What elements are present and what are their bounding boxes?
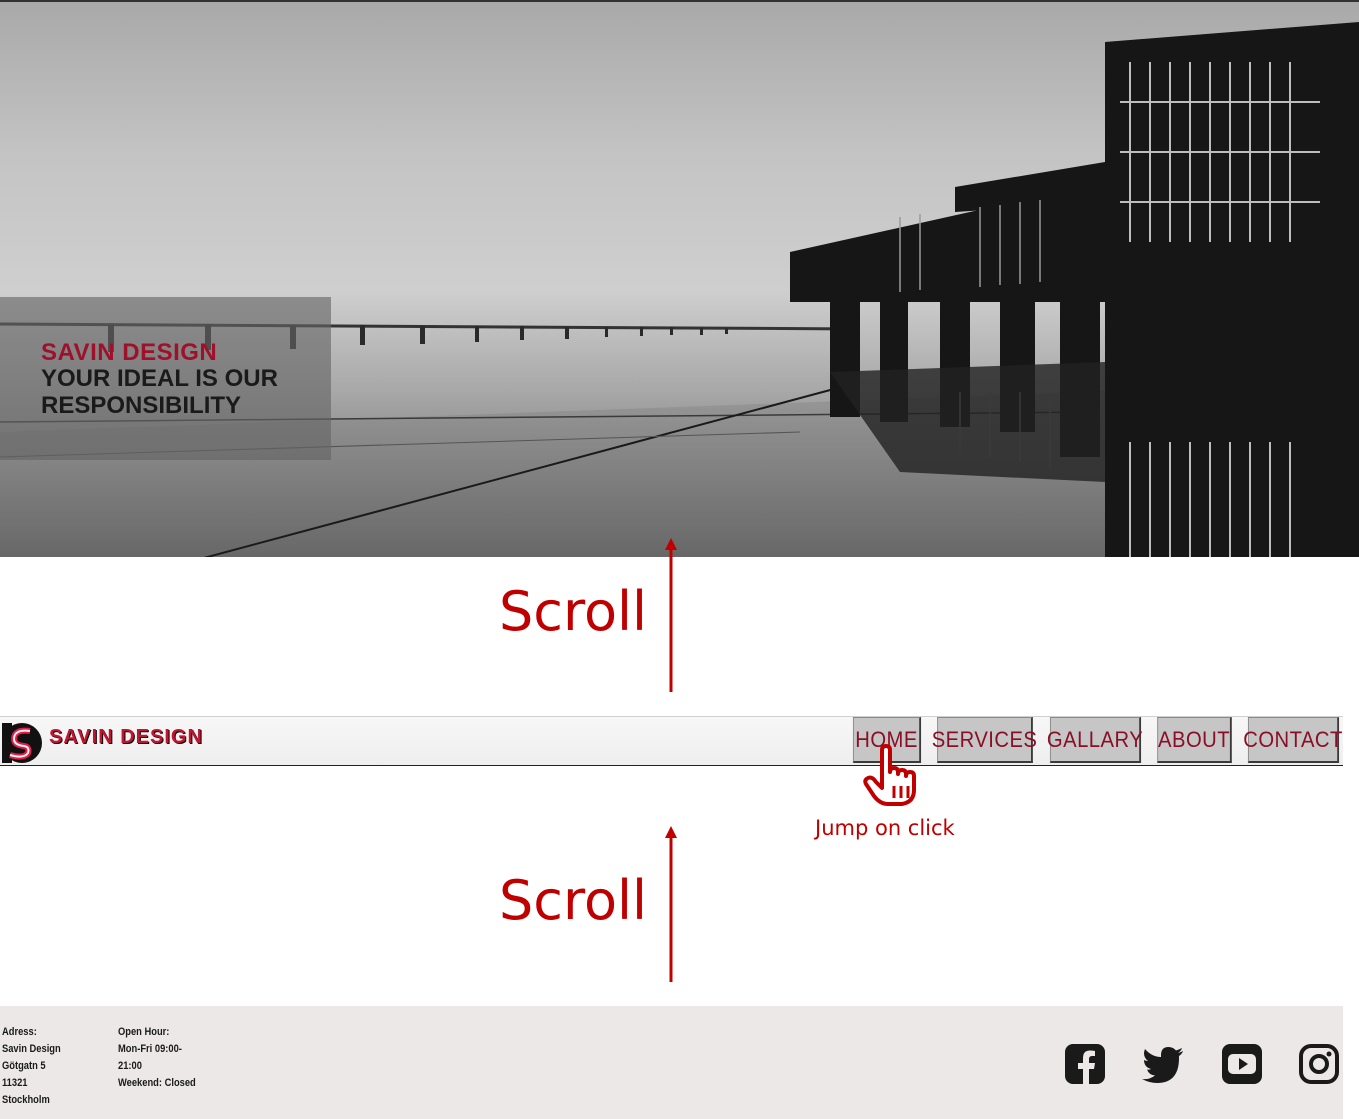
logo-text[interactable]: SAVIN DESIGN — [49, 726, 203, 749]
arrow-up-icon — [665, 538, 677, 692]
footer-address-line: Stockholm — [2, 1094, 50, 1106]
savin-design-logo[interactable] — [0, 719, 44, 765]
youtube-icon[interactable] — [1220, 1042, 1264, 1086]
footer-address-line: Savin Design — [2, 1043, 61, 1055]
twitter-icon[interactable] — [1141, 1042, 1185, 1086]
facebook-icon[interactable] — [1063, 1042, 1107, 1086]
scroll-annotation-bottom: Scroll — [499, 869, 648, 932]
sticky-navbar: SAVIN DESIGN HOME SERVICES GALLARY ABOUT… — [0, 716, 1343, 766]
nav-contact-button[interactable]: CONTACT — [1243, 717, 1342, 763]
arrow-up-icon — [665, 826, 677, 982]
footer-address: Adress: Savin Design Götgatn 5 11321 Sto… — [2, 1024, 61, 1109]
footer-open-hours: Open Hour: Mon-Fri 09:00- 21:00 Weekend:… — [118, 1024, 196, 1092]
footer-address-title: Adress: — [2, 1026, 37, 1038]
hero-banner: SAVIN DESIGN YOUR IDEAL IS OUR RESPONSIB… — [0, 0, 1359, 557]
footer-hours-line: 21:00 — [118, 1060, 142, 1072]
logo-text-savin: SAVIN — [49, 726, 114, 748]
nav-about-button[interactable]: ABOUT — [1157, 717, 1232, 763]
hero-brand-title: SAVIN DESIGN — [41, 339, 218, 366]
logo-text-design: DESIGN — [120, 726, 203, 748]
footer-hours-line: Mon-Fri 09:00- — [118, 1043, 182, 1055]
footer-address-line: 11321 — [2, 1077, 28, 1089]
jump-on-click-annotation: Jump on click — [815, 816, 955, 840]
footer-hours-title: Open Hour: — [118, 1026, 170, 1038]
instagram-icon[interactable] — [1297, 1042, 1341, 1086]
scroll-annotation-top: Scroll — [499, 580, 648, 643]
hero-tagline: YOUR IDEAL IS OUR RESPONSIBILITY — [41, 365, 278, 419]
nav-gallary-button[interactable]: GALLARY — [1047, 717, 1143, 763]
footer-hours-line: Weekend: Closed — [118, 1077, 196, 1089]
site-footer: Adress: Savin Design Götgatn 5 11321 Sto… — [0, 1006, 1343, 1119]
footer-address-line: Götgatn 5 — [2, 1060, 46, 1072]
hero-architecture-image — [0, 22, 1359, 557]
hand-pointer-icon — [863, 744, 916, 806]
nav-services-button[interactable]: SERVICES — [932, 717, 1037, 763]
